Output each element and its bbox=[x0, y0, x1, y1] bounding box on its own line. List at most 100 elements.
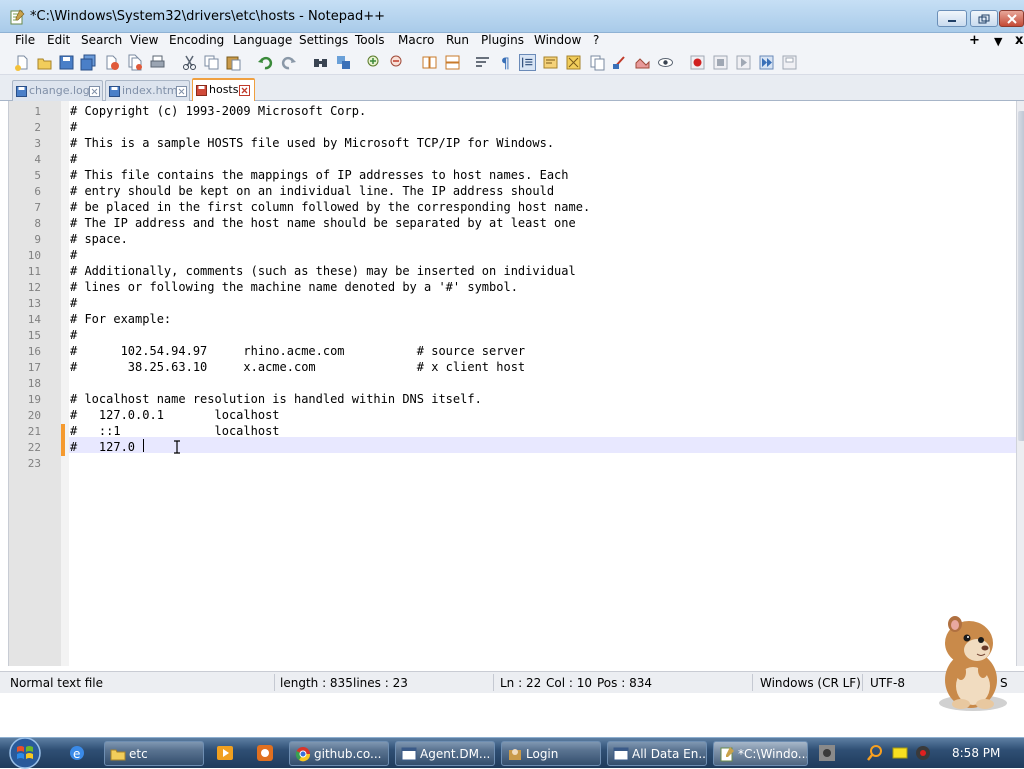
folder-workspace-icon[interactable] bbox=[611, 54, 628, 71]
code-line[interactable]: # Copyright (c) 1993-2009 Microsoft Corp… bbox=[70, 104, 366, 118]
menu-language[interactable]: Language bbox=[233, 33, 292, 47]
play-macro-icon[interactable] bbox=[735, 54, 752, 71]
menu-macro[interactable]: Macro bbox=[398, 33, 434, 47]
menu-tools[interactable]: Tools bbox=[355, 33, 385, 47]
fold-margin[interactable] bbox=[61, 101, 69, 666]
document-map-icon[interactable] bbox=[565, 54, 582, 71]
tray-app-icon[interactable] bbox=[818, 744, 836, 762]
taskbar-item-login[interactable]: Login bbox=[501, 741, 601, 766]
cut-icon[interactable] bbox=[181, 54, 198, 71]
sync-vertical-icon[interactable] bbox=[421, 54, 438, 71]
menu-file[interactable]: File bbox=[15, 33, 35, 47]
taskbar-item-chrome[interactable]: github.co... bbox=[289, 741, 389, 766]
scrollbar-thumb[interactable] bbox=[1018, 111, 1024, 441]
close-tab-icon[interactable] bbox=[89, 86, 100, 97]
code-line[interactable]: # 38.25.63.10 x.acme.com # x client host bbox=[70, 360, 525, 374]
text-editor[interactable]: 1 # Copyright (c) 1993-2009 Microsoft Cor… bbox=[8, 101, 1017, 666]
save-macro-icon[interactable] bbox=[781, 54, 798, 71]
show-all-chars-icon[interactable]: ¶ bbox=[497, 54, 514, 71]
user-language-icon[interactable] bbox=[542, 54, 559, 71]
view-eye-icon[interactable] bbox=[657, 54, 674, 71]
save-all-icon[interactable] bbox=[80, 54, 97, 71]
new-file-icon[interactable] bbox=[14, 54, 31, 71]
code-line[interactable]: # ::1 localhost bbox=[70, 424, 280, 438]
copy-icon[interactable] bbox=[203, 54, 220, 71]
code-line[interactable]: # localhost name resolution is handled w… bbox=[70, 392, 482, 406]
code-line[interactable]: # 127.0 bbox=[70, 440, 135, 454]
code-line[interactable]: # Additionally, comments (such as these)… bbox=[70, 264, 576, 278]
code-line[interactable]: # For example: bbox=[70, 312, 171, 326]
word-wrap-icon[interactable] bbox=[474, 54, 491, 71]
close-file-icon[interactable] bbox=[103, 54, 120, 71]
close-document-control[interactable]: x bbox=[1015, 33, 1023, 48]
redo-icon[interactable] bbox=[280, 54, 297, 71]
tab-change-log[interactable]: change.log bbox=[12, 80, 103, 101]
zoom-out-icon[interactable] bbox=[389, 54, 406, 71]
windows-start-button[interactable] bbox=[5, 737, 45, 769]
code-line[interactable]: # bbox=[70, 296, 77, 310]
vertical-scrollbar[interactable] bbox=[1016, 101, 1024, 666]
print-icon[interactable] bbox=[149, 54, 166, 71]
menu-window[interactable]: Window bbox=[534, 33, 581, 47]
code-line[interactable]: # This is a sample HOSTS file used by Mi… bbox=[70, 136, 554, 150]
code-line[interactable]: # bbox=[70, 120, 77, 134]
code-line[interactable]: # The IP address and the host name shoul… bbox=[70, 216, 576, 230]
menu-help[interactable]: ? bbox=[593, 33, 599, 47]
save-icon[interactable] bbox=[58, 54, 75, 71]
code-line[interactable]: # This file contains the mappings of IP … bbox=[70, 168, 569, 182]
code-line[interactable]: # bbox=[70, 248, 77, 262]
tray-search-icon[interactable] bbox=[866, 744, 884, 762]
maximize-button[interactable] bbox=[970, 10, 998, 27]
code-line[interactable]: # 127.0.0.1 localhost bbox=[70, 408, 280, 422]
system-clock[interactable]: 8:58 PM bbox=[952, 746, 1000, 760]
tab-index-html[interactable]: index.html bbox=[105, 80, 190, 101]
menu-encoding[interactable]: Encoding bbox=[169, 33, 224, 47]
pinned-app-icon[interactable] bbox=[256, 744, 274, 762]
taskbar-item-notepadpp[interactable]: *C:\Windo... bbox=[713, 741, 808, 766]
tab-hosts[interactable]: hosts bbox=[192, 78, 255, 101]
code-line[interactable]: # lines or following the machine name de… bbox=[70, 280, 518, 294]
minimize-button[interactable] bbox=[937, 10, 967, 27]
close-tab-icon[interactable] bbox=[239, 85, 250, 96]
find-icon[interactable] bbox=[312, 54, 329, 71]
new-tab-control[interactable]: + bbox=[969, 33, 980, 48]
replace-icon[interactable] bbox=[335, 54, 352, 71]
taskbar-item-all-data[interactable]: All Data En... bbox=[607, 741, 707, 766]
tray-notification-icon[interactable] bbox=[891, 744, 909, 762]
menu-search[interactable]: Search bbox=[81, 33, 122, 47]
open-file-icon[interactable] bbox=[36, 54, 53, 71]
code-line[interactable]: # 102.54.94.97 rhino.acme.com # source s… bbox=[70, 344, 525, 358]
stop-macro-icon[interactable] bbox=[712, 54, 729, 71]
function-list-icon[interactable] bbox=[589, 54, 606, 71]
taskbar-item-agent[interactable]: Agent.DM... bbox=[395, 741, 495, 766]
indent-guide-icon[interactable] bbox=[519, 54, 536, 71]
close-tab-icon[interactable] bbox=[176, 86, 187, 97]
monitoring-icon[interactable] bbox=[634, 54, 651, 71]
notepadpp-app-icon[interactable] bbox=[9, 9, 25, 25]
menu-run[interactable]: Run bbox=[446, 33, 469, 47]
close-button[interactable] bbox=[999, 10, 1024, 27]
menu-settings[interactable]: Settings bbox=[299, 33, 348, 47]
menu-plugins[interactable]: Plugins bbox=[481, 33, 524, 47]
run-macro-multiple-icon[interactable] bbox=[758, 54, 775, 71]
menu-view[interactable]: View bbox=[130, 33, 158, 47]
code-line[interactable]: # bbox=[70, 328, 77, 342]
paste-icon[interactable] bbox=[225, 54, 242, 71]
close-all-icon[interactable] bbox=[126, 54, 143, 71]
code-line[interactable]: # bbox=[70, 152, 77, 166]
tray-record-icon[interactable] bbox=[914, 744, 932, 762]
code-line[interactable]: # be placed in the first column followed… bbox=[70, 200, 590, 214]
record-macro-icon[interactable] bbox=[689, 54, 706, 71]
encoding-label[interactable]: UTF-8 bbox=[870, 676, 905, 690]
tab-list-control[interactable]: ▼ bbox=[994, 35, 1002, 48]
zoom-in-icon[interactable] bbox=[366, 54, 383, 71]
internet-explorer-icon[interactable]: e bbox=[68, 744, 86, 762]
taskbar-item-etc[interactable]: etc bbox=[104, 741, 204, 766]
eol-format-label[interactable]: Windows (CR LF) bbox=[760, 676, 861, 690]
code-line[interactable]: # space. bbox=[70, 232, 128, 246]
media-player-icon[interactable] bbox=[216, 744, 234, 762]
sync-horizontal-icon[interactable] bbox=[444, 54, 461, 71]
code-line[interactable]: # entry should be kept on an individual … bbox=[70, 184, 554, 198]
undo-icon[interactable] bbox=[257, 54, 274, 71]
menu-edit[interactable]: Edit bbox=[47, 33, 70, 47]
